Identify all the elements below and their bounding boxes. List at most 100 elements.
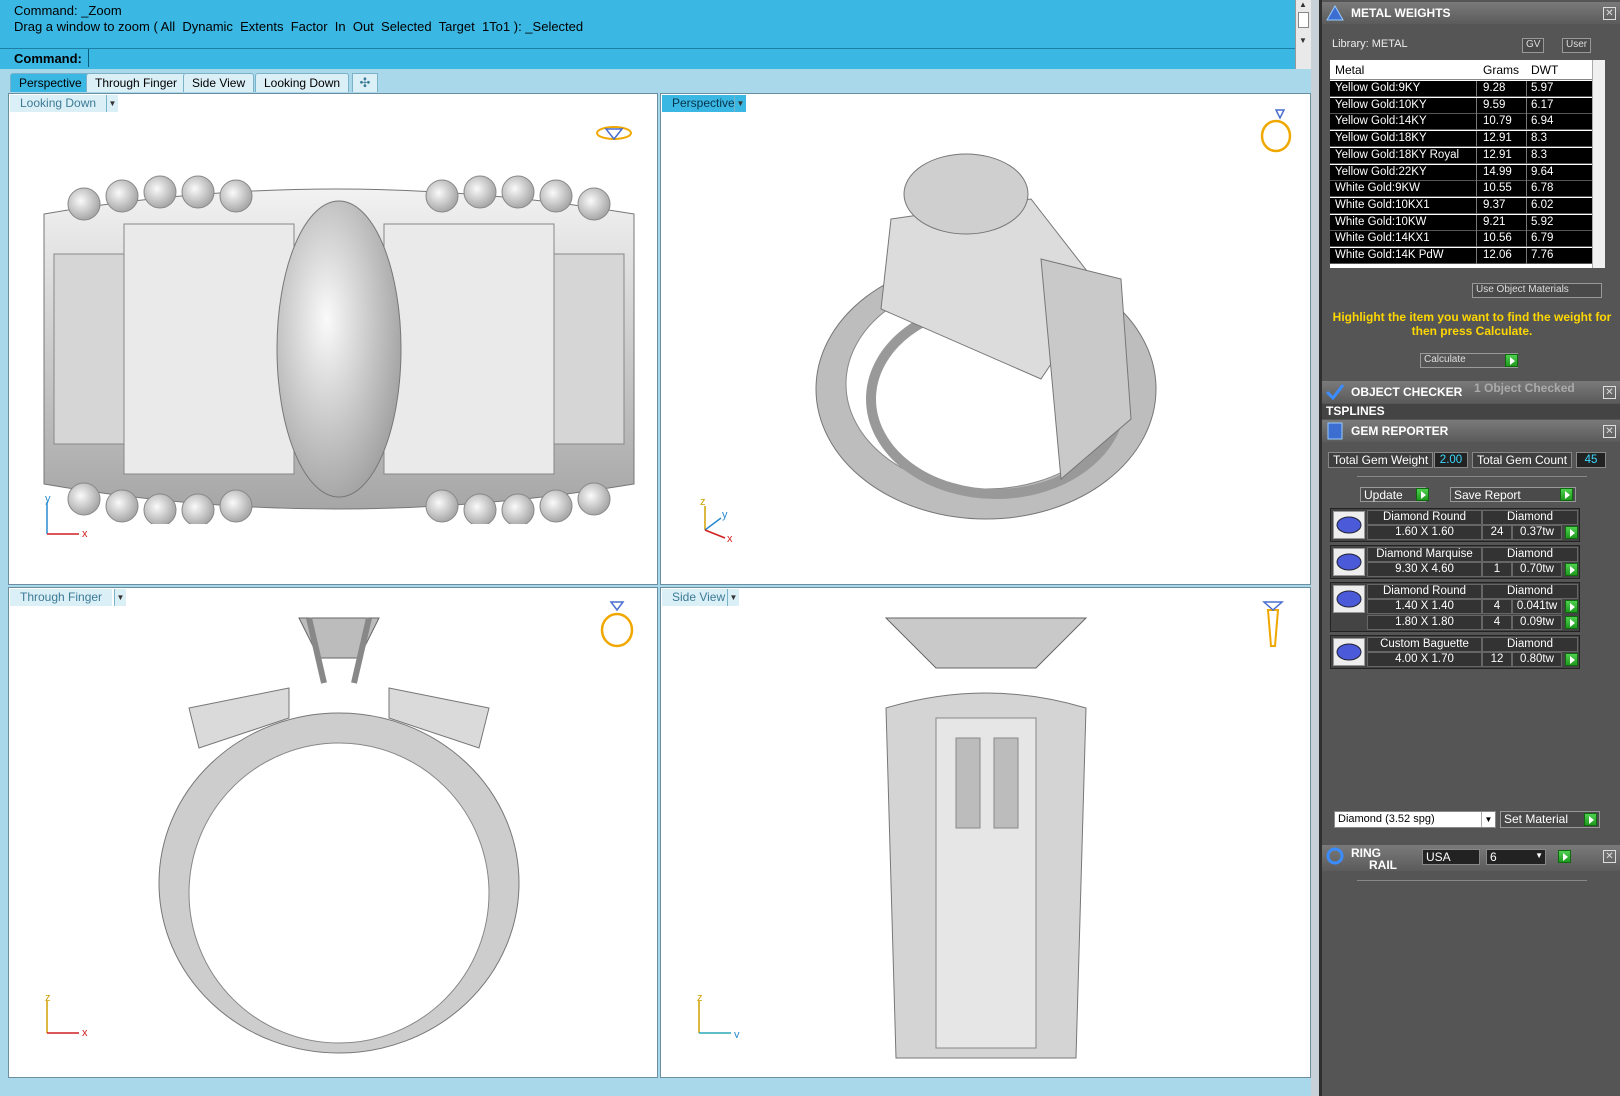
table-cell: Yellow Gold:18KY	[1335, 132, 1427, 145]
axis-x-label: x	[727, 533, 733, 544]
set-material-go-icon[interactable]	[1584, 813, 1597, 826]
table-cell: 9.59	[1483, 98, 1506, 111]
axis-indicator: y x	[45, 494, 88, 539]
table-header: Metal Grams DWT	[1330, 60, 1592, 80]
table-row[interactable]: Yellow Gold:18KY Royal 12.91 8.3	[1330, 147, 1592, 164]
gem-material-select[interactable]: Diamond (3.52 spg) ▼	[1334, 811, 1496, 828]
table-row[interactable]: White Gold:14KX1 10.56 6.79	[1330, 231, 1592, 248]
tab-through-finger[interactable]: Through Finger	[86, 73, 187, 92]
close-icon[interactable]: ✕	[1603, 850, 1616, 863]
splitter[interactable]	[1357, 476, 1587, 477]
table-row[interactable]: Yellow Gold:9KY 9.28 5.97	[1330, 81, 1592, 97]
table-cell: 9.64	[1531, 165, 1554, 178]
metal-table-scrollbar[interactable]	[1592, 60, 1605, 268]
add-tab-button[interactable]: ✣	[352, 73, 378, 92]
tab-side-view[interactable]: Side View	[183, 73, 255, 92]
viewport-through-finger[interactable]: Through Finger ▼ z x	[8, 587, 658, 1078]
gem-material-value: Diamond (3.52 spg)	[1338, 813, 1435, 825]
scroll-thumb[interactable]	[1298, 12, 1309, 28]
table-row[interactable]: White Gold:10KW 9.21 5.92	[1330, 214, 1592, 231]
tab-looking-down[interactable]: Looking Down	[255, 73, 350, 92]
instruction-text: Highlight the item you want to find the …	[1332, 310, 1612, 338]
table-row[interactable]: White Gold:10KX1 9.37 6.02	[1330, 197, 1592, 214]
table-cell: White Gold:10KX1	[1335, 198, 1430, 211]
tsplines-header[interactable]: TSPLINES	[1322, 404, 1620, 419]
update-go-icon[interactable]	[1416, 488, 1429, 501]
gem-count: 12	[1482, 652, 1512, 667]
view-orientation-ring-top-icon	[596, 126, 632, 141]
calculate-button[interactable]: Calculate	[1420, 353, 1518, 368]
viewport-looking-down[interactable]: Looking Down ▼ y x	[8, 93, 658, 585]
select-gems-go-icon[interactable]	[1565, 600, 1578, 613]
report-icon	[1327, 422, 1343, 440]
table-row[interactable]: Yellow Gold:14KY 10.79 6.94	[1330, 114, 1592, 131]
viewport-perspective[interactable]: Perspective ▼ z y x	[660, 93, 1311, 585]
chevron-down-icon[interactable]: ▼	[1481, 812, 1495, 827]
ring-size-region-input[interactable]: USA	[1422, 849, 1480, 865]
table-row[interactable]: Yellow Gold:18KY 12.91 8.3	[1330, 131, 1592, 148]
gem-item[interactable]: Custom Baguette Diamond 4.00 X 1.70 12 0.80t…	[1330, 635, 1580, 669]
ring-rail-go-icon[interactable]	[1558, 850, 1571, 863]
viewport-side-view[interactable]: Side View ▼ z y	[660, 587, 1311, 1078]
user-toggle[interactable]: User	[1562, 38, 1592, 53]
gv-toggle[interactable]: GV	[1522, 38, 1545, 53]
gem-item[interactable]: Diamond Marquise Diamond 9.30 X 4.60 1 0.70t…	[1330, 545, 1580, 579]
splitter[interactable]	[1357, 880, 1587, 881]
command-prompt-scrollbar[interactable]	[1295, 48, 1311, 69]
gem-reporter-header: GEM REPORTER ✕	[1322, 420, 1620, 442]
scroll-up-icon[interactable]: ▲	[1299, 0, 1307, 9]
table-cell: Yellow Gold:10KY	[1335, 98, 1427, 111]
viewport-menu-icon[interactable]: ▼	[106, 95, 118, 112]
total-gem-count-value: 45	[1576, 452, 1606, 468]
scale-icon	[1326, 4, 1344, 21]
select-gems-go-icon[interactable]	[1565, 616, 1578, 629]
gem-size: 9.30 X 4.60	[1367, 562, 1482, 577]
viewport-title[interactable]: Through Finger	[10, 589, 113, 606]
gem-shape-icon	[1333, 638, 1365, 666]
gem-item[interactable]: Diamond Round Diamond 1.60 X 1.60 24 0.37tw	[1330, 508, 1580, 542]
use-object-materials-button[interactable]: Use Object Materials	[1472, 283, 1602, 298]
viewport-menu-icon[interactable]: ▼	[734, 95, 746, 112]
column-header[interactable]: Metal	[1335, 63, 1364, 77]
ring-size-select[interactable]: 6 ▼	[1486, 849, 1546, 865]
table-row[interactable]: White Gold:9KW 10.55 6.78	[1330, 181, 1592, 198]
viewport-title[interactable]: Perspective	[662, 95, 745, 112]
gem-item[interactable]: Diamond Round Diamond 1.40 X 1.40 4 0.041tw 1…	[1330, 582, 1580, 632]
viewport-tabbar: Perspective Through Finger Side View Loo…	[0, 69, 1311, 93]
axis-z-label: z	[697, 993, 703, 1004]
save-report-button[interactable]: Save Report	[1450, 487, 1576, 502]
table-cell: White Gold:9KW	[1335, 182, 1420, 195]
table-cell: Yellow Gold:22KY	[1335, 165, 1427, 178]
viewport-title[interactable]: Side View	[662, 589, 736, 606]
select-gems-go-icon[interactable]	[1565, 653, 1578, 666]
gem-count: 24	[1482, 525, 1512, 540]
select-gems-go-icon[interactable]	[1565, 563, 1578, 576]
viewport-menu-icon[interactable]: ▼	[114, 589, 126, 606]
calculate-label: Calculate	[1424, 354, 1466, 365]
select-gems-go-icon[interactable]	[1565, 526, 1578, 539]
viewport-menu-icon[interactable]: ▼	[727, 589, 739, 606]
viewport-title[interactable]: Looking Down	[10, 95, 107, 112]
table-row[interactable]: Yellow Gold:10KY 9.59 6.17	[1330, 97, 1592, 114]
command-history-scrollbar[interactable]: ▲ ▼	[1295, 0, 1311, 48]
command-input[interactable]	[88, 49, 1293, 67]
chevron-down-icon[interactable]: ▼	[1535, 851, 1543, 860]
close-icon[interactable]: ✕	[1603, 7, 1616, 20]
panel-title: OBJECT CHECKER	[1351, 385, 1463, 399]
metal-weights-table[interactable]: Metal Grams DWT Yellow Gold:9KY 9.28 5.97 Y…	[1330, 60, 1592, 268]
view-orientation-ring-perspective-icon	[1260, 109, 1292, 153]
tab-perspective[interactable]: Perspective	[10, 73, 91, 92]
gem-material: Diamond	[1482, 547, 1578, 562]
table-row[interactable]: Yellow Gold:22KY 14.99 9.64	[1330, 164, 1592, 181]
gem-shape-icon	[1333, 548, 1365, 576]
table-row[interactable]: White Gold:14K PdW 12.06 7.76	[1330, 248, 1592, 264]
table-cell: 6.78	[1531, 182, 1554, 195]
scroll-down-icon[interactable]: ▼	[1299, 36, 1307, 45]
save-report-go-icon[interactable]	[1560, 488, 1573, 501]
column-header[interactable]: Grams	[1483, 63, 1519, 77]
table-cell: 9.37	[1483, 198, 1506, 211]
close-icon[interactable]: ✕	[1603, 425, 1616, 438]
calculate-go-icon[interactable]	[1505, 354, 1518, 367]
column-header[interactable]: DWT	[1531, 63, 1558, 77]
close-icon[interactable]: ✕	[1603, 386, 1616, 399]
